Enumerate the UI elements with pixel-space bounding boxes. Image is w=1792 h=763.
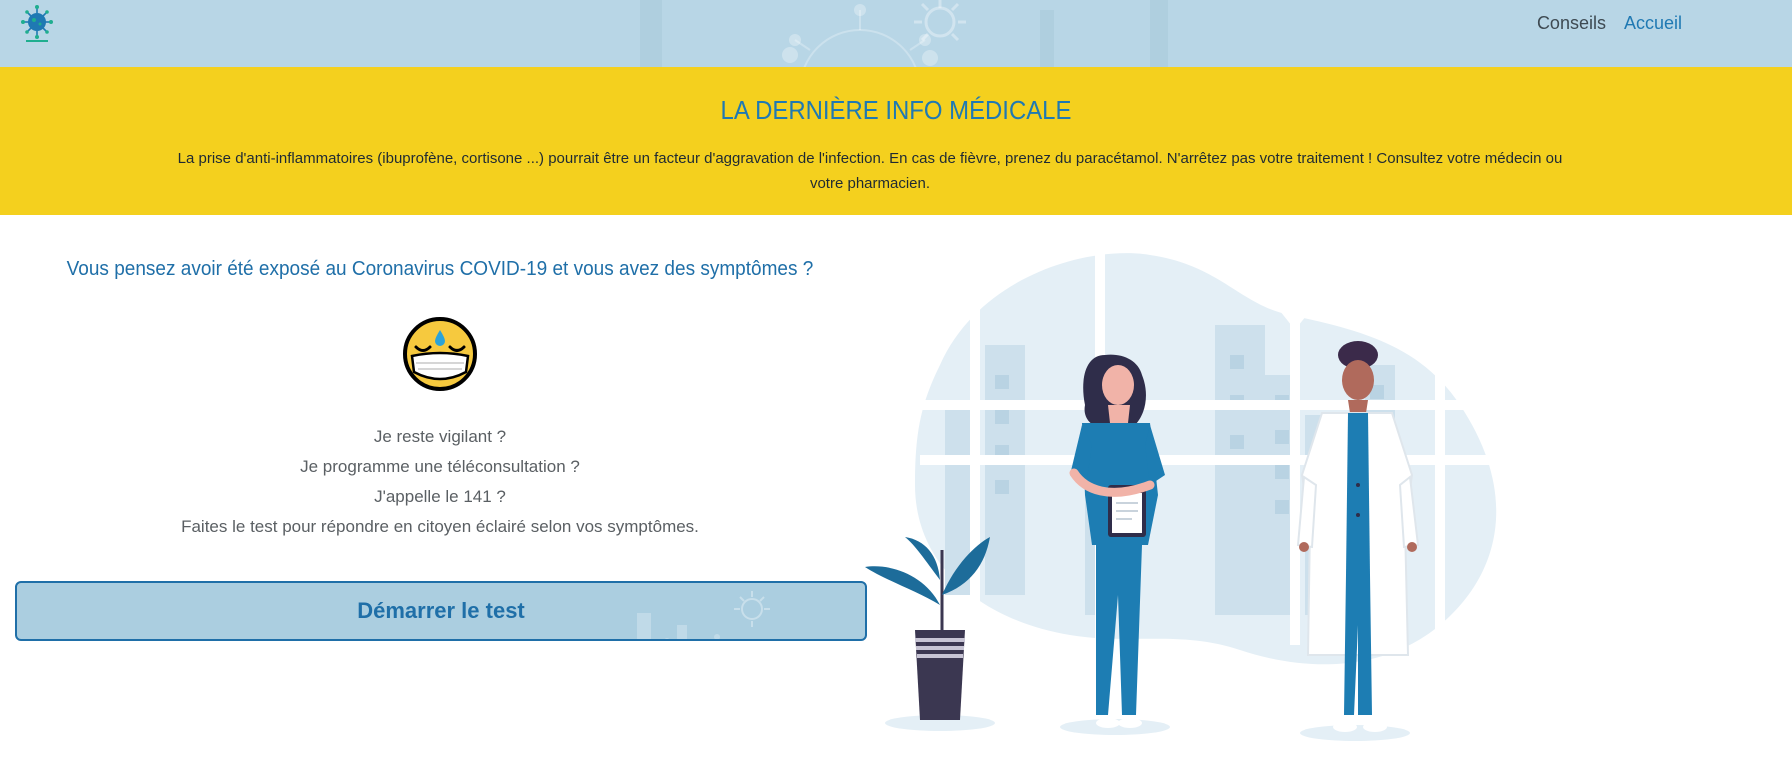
nav-accueil-link[interactable]: Accueil (1624, 12, 1682, 34)
doctors-illustration-icon (865, 245, 1500, 741)
advice-line: Faites le test pour répondre en citoyen … (181, 517, 699, 536)
main-nav: Conseils Accueil (1537, 12, 1682, 34)
start-test-button[interactable]: Démarrer le test (15, 581, 867, 641)
start-test-label: Démarrer le test (357, 598, 525, 623)
virus-logo-icon[interactable] (20, 5, 54, 43)
advice-line: J'appelle le 141 ? (374, 487, 506, 506)
masked-face-sweat-icon (403, 317, 477, 391)
banner-text: La prise d'anti-inflammatoires (ibuprofè… (177, 150, 1563, 192)
header-virus-decoration-icon (640, 0, 1168, 67)
advice-lines: Je reste vigilant ? Je programme une tél… (20, 422, 860, 542)
banner-title: LA DERNIÈRE INFO MÉDICALE (720, 95, 1072, 125)
medical-info-banner: LA DERNIÈRE INFO MÉDICALE La prise d'ant… (0, 67, 1792, 215)
advice-line: Je programme une téléconsultation ? (300, 457, 580, 476)
nav-conseils-link[interactable]: Conseils (1537, 12, 1606, 34)
advice-line: Je reste vigilant ? (373, 427, 507, 446)
header: Conseils Accueil (0, 0, 1792, 67)
exposure-question: Vous pensez avoir été exposé au Coronavi… (66, 258, 814, 280)
